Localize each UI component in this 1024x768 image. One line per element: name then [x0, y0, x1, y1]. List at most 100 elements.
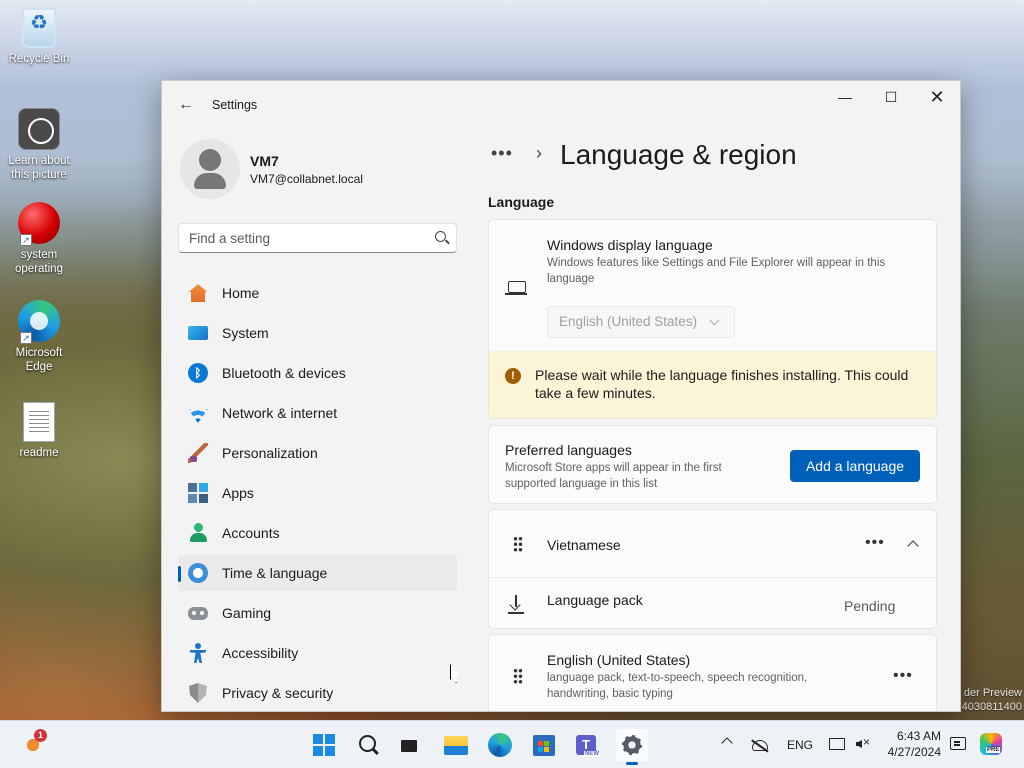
clock-time[interactable]: 6:43 AM — [885, 729, 941, 743]
search-box[interactable] — [178, 223, 457, 253]
search-icon — [435, 231, 446, 242]
desktop-icon-label: Microsoft Edge — [15, 347, 63, 373]
notification-center-icon[interactable] — [950, 737, 966, 750]
maximize-icon: ☐ — [884, 89, 898, 105]
search-input[interactable] — [179, 224, 456, 252]
store-icon[interactable] — [528, 729, 560, 761]
maximize-button[interactable]: ☐ — [868, 81, 914, 113]
start-button[interactable] — [308, 729, 340, 761]
download-icon — [508, 595, 524, 613]
sidebar-item-apps[interactable]: Apps — [178, 475, 457, 511]
display-language-dropdown[interactable]: English (United States) — [547, 306, 735, 338]
shortcut-arrow-icon: ↗ — [20, 234, 32, 246]
sidebar-item-accessibility[interactable]: Accessibility — [178, 635, 457, 671]
sidebar-item-label: Apps — [222, 485, 254, 501]
minimize-icon: — — [838, 89, 852, 105]
desktop-icon-readme[interactable]: readme — [4, 402, 74, 460]
sidebar-item-time-language[interactable]: Time & language — [178, 555, 457, 591]
display-icon[interactable] — [829, 738, 845, 750]
text-file-icon — [23, 402, 55, 442]
sidebar-item-network[interactable]: Network & internet — [178, 395, 457, 431]
task-view-icon[interactable] — [394, 729, 426, 761]
drag-handle-icon[interactable] — [513, 536, 523, 552]
preferred-languages-title: Preferred languages — [505, 442, 632, 458]
install-warning-banner: ! Please wait while the language finishe… — [489, 351, 936, 418]
desktop-icon-recycle-bin[interactable]: Recycle Bin — [4, 8, 74, 66]
sidebar-item-label: Network & internet — [222, 405, 338, 421]
profile-name: VM7 — [250, 153, 279, 169]
desktop-icon-learn-picture[interactable]: Learn about this picture — [4, 108, 74, 182]
download-icon-base — [508, 612, 524, 614]
add-language-button[interactable]: Add a language — [790, 450, 920, 482]
sidebar-item-bluetooth[interactable]: ᛒ Bluetooth & devices — [178, 355, 457, 391]
privacy-icon — [189, 683, 207, 703]
file-explorer-icon[interactable] — [440, 729, 472, 761]
sidebar-item-label: Accounts — [222, 525, 280, 541]
time-language-icon — [188, 563, 208, 583]
settings-window: ← Settings — ☐ ✕ VM7 VM7@collabnet.local… — [161, 80, 961, 712]
display-language-description: Windows features like Settings and File … — [547, 257, 886, 285]
apps-icon — [188, 483, 208, 503]
edge-taskbar-icon[interactable] — [484, 729, 516, 761]
back-button[interactable]: ← — [174, 93, 198, 117]
more-options-button[interactable]: ••• — [865, 534, 885, 552]
sidebar-item-personalization[interactable]: Personalization — [178, 435, 457, 471]
sidebar-nav: Home System ᛒ Bluetooth & devices Networ… — [178, 275, 457, 711]
bluetooth-icon: ᛒ — [188, 363, 208, 383]
sidebar-item-label: System — [222, 325, 269, 341]
gaming-icon — [188, 607, 208, 620]
profile-email: VM7@collabnet.local — [250, 172, 363, 186]
language-name: English (United States) — [547, 652, 691, 668]
title-bar[interactable]: ← Settings — ☐ ✕ — [162, 81, 960, 129]
build-watermark: der Preview 4030811400 — [962, 686, 1022, 714]
chevron-up-icon[interactable] — [907, 540, 919, 552]
more-options-button[interactable]: ••• — [893, 667, 913, 685]
drag-handle-icon[interactable] — [513, 668, 523, 684]
settings-taskbar-icon[interactable] — [616, 729, 648, 765]
network-icon — [188, 409, 208, 423]
desktop-icon-system-operating[interactable]: ↗ system operating — [4, 202, 74, 276]
app-title: Settings — [212, 98, 258, 112]
back-arrow-icon: ← — [178, 96, 194, 113]
sidebar-item-label: Personalization — [222, 445, 318, 461]
sidebar-item-accounts[interactable]: Accounts — [178, 515, 457, 551]
display-language-title: Windows display language — [547, 237, 713, 253]
desktop-icon-label: system operating — [15, 249, 63, 275]
onedrive-offline-icon[interactable] — [752, 740, 768, 751]
sidebar-item-label: Time & language — [222, 565, 328, 581]
teams-icon[interactable] — [572, 729, 604, 761]
volume-muted-icon[interactable] — [855, 735, 871, 752]
desktop-icon-label: Recycle Bin — [8, 53, 70, 65]
sidebar-item-gaming[interactable]: Gaming — [178, 595, 457, 631]
laptop-icon — [505, 281, 527, 295]
avatar[interactable] — [180, 139, 240, 199]
accounts-icon — [188, 523, 208, 543]
shortcut-arrow-icon: ↗ — [20, 332, 32, 344]
widgets-icon[interactable]: 1 — [18, 729, 50, 761]
warning-text: Please wait while the language finishes … — [535, 367, 909, 401]
desktop-icon-label: readme — [19, 447, 59, 459]
sidebar-item-home[interactable]: Home — [178, 275, 457, 311]
desktop-icon-edge[interactable]: ↗ Microsoft Edge — [4, 300, 74, 374]
watermark-line: der Preview — [963, 687, 1022, 699]
chevron-right-icon: › — [536, 143, 542, 163]
language-pack-status: Pending — [844, 598, 896, 614]
watermark-line: 4030811400 — [961, 701, 1022, 713]
sidebar-item-system[interactable]: System — [178, 315, 457, 351]
sidebar-item-privacy[interactable]: Privacy & security — [178, 675, 457, 711]
display-language-card: Windows display language Windows feature… — [488, 219, 937, 419]
learn-picture-icon — [18, 108, 60, 150]
accessibility-icon — [188, 643, 208, 663]
chevron-down-icon — [709, 315, 720, 326]
copilot-icon[interactable] — [980, 733, 1002, 755]
clock-date[interactable]: 4/27/2024 — [885, 745, 941, 759]
language-item-english: English (United States) language pack, t… — [488, 634, 937, 711]
close-button[interactable]: ✕ — [914, 81, 960, 113]
input-language-indicator[interactable]: ENG — [787, 738, 813, 752]
language-item-vietnamese: Vietnamese ••• Language pack Pending — [488, 509, 937, 629]
sidebar-item-label: Home — [222, 285, 260, 301]
breadcrumb-more-button[interactable]: ••• — [491, 143, 513, 164]
minimize-button[interactable]: — — [822, 81, 868, 113]
preferred-languages-card: Preferred languages Microsoft Store apps… — [488, 425, 937, 504]
taskbar-search-icon[interactable] — [352, 729, 384, 761]
